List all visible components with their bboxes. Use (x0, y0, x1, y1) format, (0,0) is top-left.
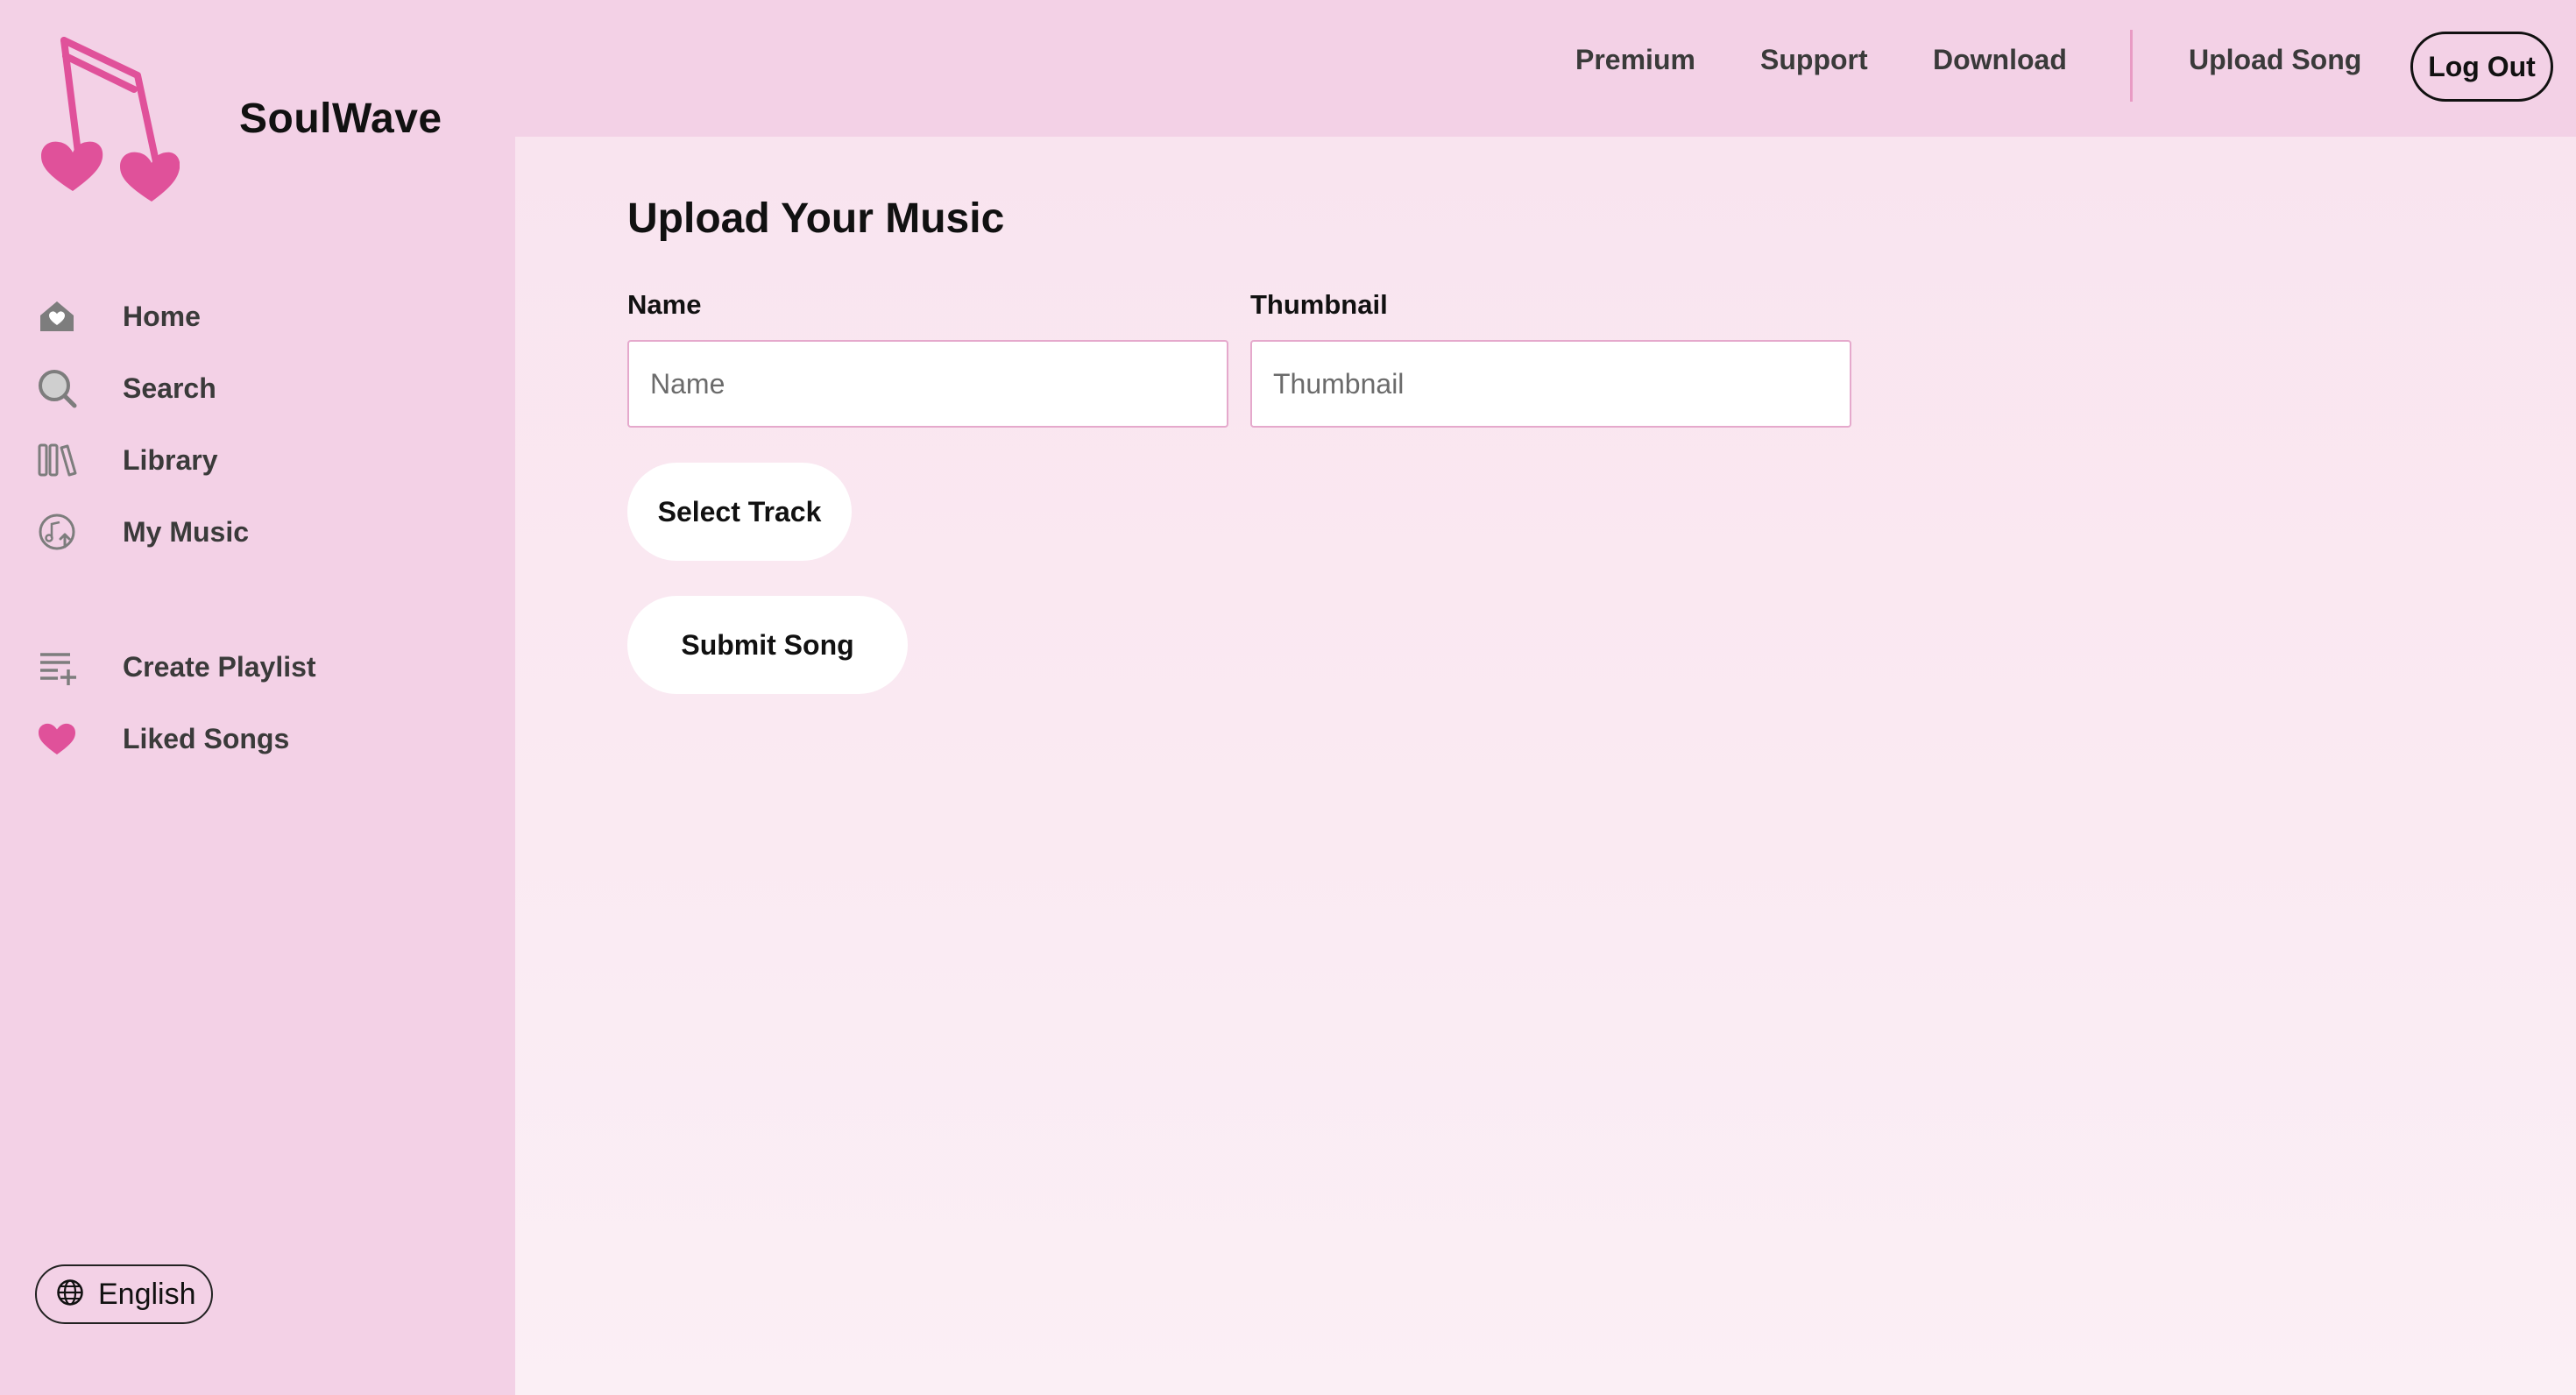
nav-link-premium[interactable]: Premium (1575, 44, 1695, 76)
my-music-icon (35, 510, 79, 554)
top-bar: Premium Support Download Upload Song Log… (515, 0, 2576, 137)
language-label: English (98, 1277, 196, 1311)
select-track-button[interactable]: Select Track (627, 463, 852, 561)
brand[interactable]: SoulWave (39, 35, 442, 202)
sidebar: SoulWave Home Search Library My Music Cr… (0, 0, 515, 1395)
sidebar-item-label: My Music (123, 515, 250, 548)
top-bar-divider (2130, 30, 2133, 102)
create-playlist-icon (35, 645, 79, 689)
submit-song-button[interactable]: Submit Song (627, 596, 908, 694)
language-button[interactable]: English (35, 1264, 213, 1324)
nav-link-support[interactable]: Support (1760, 44, 1868, 76)
upload-song-link[interactable]: Upload Song (2189, 44, 2361, 76)
sidebar-item-liked-songs[interactable]: Liked Songs (35, 703, 316, 775)
heart-icon (35, 717, 79, 761)
name-field-label: Name (627, 289, 702, 320)
sidebar-item-library[interactable]: Library (35, 424, 316, 496)
brand-name: SoulWave (239, 95, 442, 142)
logo-music-note-icon (41, 37, 180, 202)
sidebar-item-label: Create Playlist (123, 650, 316, 683)
page-title: Upload Your Music (627, 195, 1005, 242)
sidebar-item-my-music[interactable]: My Music (35, 496, 316, 568)
sidebar-item-search[interactable]: Search (35, 352, 316, 424)
sidebar-item-home[interactable]: Home (35, 280, 316, 352)
search-icon (35, 366, 79, 410)
main-panel: Upload Your Music Name Thumbnail Select … (515, 137, 2576, 1395)
sidebar-nav: Home Search Library My Music Create Play… (35, 280, 316, 775)
sidebar-item-label: Liked Songs (123, 722, 290, 754)
globe-icon (56, 1278, 84, 1311)
sidebar-item-label: Library (123, 443, 218, 476)
nav-link-download[interactable]: Download (1933, 44, 2067, 76)
home-icon (35, 294, 79, 338)
sidebar-item-create-playlist[interactable]: Create Playlist (35, 631, 316, 703)
name-input[interactable] (627, 340, 1228, 428)
thumbnail-input[interactable] (1250, 340, 1851, 428)
sidebar-item-label: Search (123, 372, 216, 404)
library-icon (35, 438, 79, 482)
logout-button[interactable]: Log Out (2410, 32, 2553, 102)
app-root: SoulWave Home Search Library My Music Cr… (0, 0, 2576, 1395)
thumbnail-field-label: Thumbnail (1250, 289, 1388, 320)
sidebar-item-label: Home (123, 300, 201, 332)
